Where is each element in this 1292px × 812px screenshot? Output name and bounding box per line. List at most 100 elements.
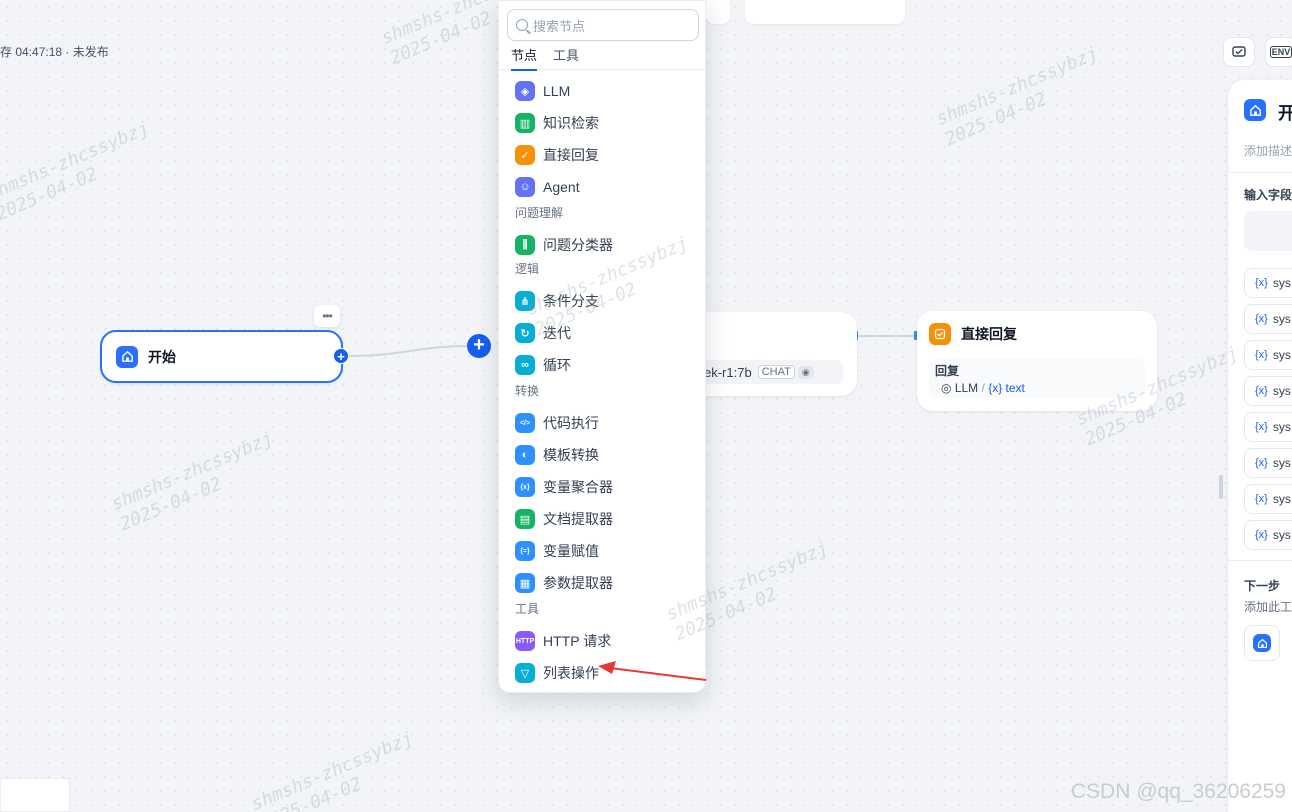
picker-item[interactable]: ⋔ 条件分支	[515, 290, 599, 312]
tab-tools[interactable]: 工具	[553, 45, 579, 64]
picker-group-title: 转换	[515, 384, 540, 398]
picker-item[interactable]: ✓ 直接回复	[515, 144, 599, 166]
vision-icon: ◉	[797, 365, 814, 379]
code-icon: </>	[515, 413, 535, 433]
picker-item-label: 列表操作	[543, 665, 599, 681]
picker-item[interactable]: {=} 变量赋值	[515, 540, 599, 562]
picker-item[interactable]: ☺ Agent	[515, 176, 580, 198]
system-variable-name: sys	[1272, 492, 1291, 506]
node-picker: 搜索节点 节点 工具 ◈ LLM ▥ 知识检索 ✓ 直接回复 ☺ Agent 问题理解 ⫼ 问题分类…	[498, 0, 706, 693]
start-node-title: 开始	[148, 348, 176, 365]
variable-icon: {x}	[1255, 277, 1268, 289]
home-icon	[1244, 99, 1266, 121]
system-variable-item[interactable]: {x} sys	[1244, 412, 1292, 442]
feedback-button[interactable]	[1223, 37, 1255, 67]
picker-item-label: 变量聚合器	[543, 479, 613, 495]
direct-reply-node[interactable]: 直接回复 回复 ◎ LLM / {x} text	[917, 311, 1157, 411]
search-input[interactable]: 搜索节点	[507, 9, 699, 41]
start-node[interactable]: 开始	[100, 330, 343, 383]
watermark: shmshs-zhcssybzj 2025-04-02	[933, 42, 1102, 151]
reply-node-title: 直接回复	[961, 326, 1017, 342]
reply-variable: ◎ LLM / {x} text	[941, 381, 1139, 395]
picker-item-label: 代码执行	[543, 415, 599, 431]
picker-item-label: 问题分类器	[543, 237, 613, 253]
system-variable-name: sys	[1272, 312, 1291, 326]
llm-icon: ◎	[941, 381, 952, 395]
variable-aggregator-icon: {x}	[515, 477, 535, 497]
picker-item-label: 循环	[543, 357, 571, 373]
top-tab[interactable]	[745, 0, 905, 24]
picker-group-title: 逻辑	[515, 262, 540, 276]
system-variable-item[interactable]: {x} sys	[1244, 268, 1292, 298]
panel-resize-handle[interactable]	[1219, 475, 1223, 499]
next-step-label: 下一步	[1244, 579, 1281, 593]
picker-item-label: 文档提取器	[543, 511, 613, 527]
picker-item[interactable]: HTTP HTTP 请求	[515, 630, 611, 652]
picker-item[interactable]: ▥ 知识检索	[515, 112, 599, 134]
classifier-icon: ⫼	[515, 235, 535, 255]
search-icon	[516, 19, 528, 31]
system-variable-item[interactable]: {x} sys	[1244, 376, 1292, 406]
add-node-button[interactable]: +	[467, 334, 491, 358]
picker-item[interactable]: ⫼ 问题分类器	[515, 234, 613, 256]
picker-item[interactable]: {x} 变量聚合器	[515, 476, 613, 498]
picker-item-label: 迭代	[543, 325, 571, 341]
next-node-chip[interactable]	[1244, 625, 1280, 661]
system-variable-item[interactable]: {x} sys	[1244, 448, 1292, 478]
system-variable-name: sys	[1272, 276, 1291, 290]
divider	[1228, 560, 1292, 561]
picker-item[interactable]: ▤ 文档提取器	[515, 508, 613, 530]
variable-icon: {x}	[1255, 493, 1268, 505]
picker-item-label: 变量赋值	[543, 543, 599, 559]
picker-item-label: Agent	[543, 179, 580, 195]
picker-item[interactable]: ↻ 迭代	[515, 322, 571, 344]
picker-item[interactable]: ▦ 参数提取器	[515, 572, 613, 594]
chat-check-icon	[1232, 46, 1246, 57]
minimap[interactable]	[0, 778, 70, 812]
right-panel: 开 添加描述 输入字段 {x} sys {x} sys {x} sys {x} sys {x} s…	[1228, 80, 1292, 812]
llm-node[interactable]: ek-r1:7b CHAT ◉	[690, 312, 857, 396]
picker-item[interactable]: ▽ 列表操作	[515, 662, 599, 684]
llm-model-selector[interactable]: ek-r1:7b CHAT ◉	[690, 360, 843, 384]
reply-node-header: 直接回复	[929, 323, 1145, 345]
parameter-icon: ▦	[515, 573, 535, 593]
env-button[interactable]: ENV	[1265, 37, 1292, 67]
top-tab[interactable]	[706, 0, 730, 24]
system-variable-item[interactable]: {x} sys	[1244, 484, 1292, 514]
system-variable-item[interactable]: {x} sys	[1244, 520, 1292, 550]
more-options-button[interactable]: •••	[314, 305, 340, 327]
picker-item-label: 直接回复	[543, 147, 599, 163]
panel-description[interactable]: 添加描述	[1244, 142, 1292, 159]
system-variable-name: sys	[1272, 456, 1291, 470]
watermark: shmshs-zhcssybzj 2025-04-02	[0, 117, 153, 226]
picker-group-title: 工具	[515, 602, 540, 616]
home-icon	[116, 345, 138, 368]
input-fields-label: 输入字段	[1244, 188, 1292, 202]
watermark: shmshs-zhcssybzj 2025-04-02	[108, 427, 277, 536]
picker-tabs: 节点 工具	[499, 45, 705, 71]
picker-item[interactable]: ◈ LLM	[515, 80, 570, 102]
picker-item[interactable]: </> 代码执行	[515, 412, 599, 434]
llm-icon: ◈	[515, 81, 535, 101]
reply-icon	[929, 323, 951, 345]
list-filter-icon: ▽	[515, 663, 535, 683]
picker-item[interactable]: ∞ 循环	[515, 354, 571, 376]
system-variable-item[interactable]: {x} sys	[1244, 304, 1292, 334]
system-variable-item[interactable]: {x} sys	[1244, 340, 1292, 370]
variable-icon: {x}	[1255, 385, 1268, 397]
system-variable-name: sys	[1272, 384, 1291, 398]
template-icon: ◐	[515, 445, 535, 465]
picker-item[interactable]: ◐ 模板转换	[515, 444, 599, 466]
env-label: ENV	[1269, 46, 1292, 58]
system-variable-name: sys	[1272, 348, 1291, 362]
input-field-empty	[1244, 211, 1292, 251]
csdn-watermark: CSDN @qq_36206259	[1070, 780, 1286, 803]
branch-icon: ⋔	[515, 291, 535, 311]
tab-nodes[interactable]: 节点	[511, 45, 538, 71]
variable-icon: {x}	[1255, 313, 1268, 325]
picker-item-label: 模板转换	[543, 447, 599, 463]
http-icon: HTTP	[515, 631, 535, 651]
node-output-add-handle[interactable]: +	[333, 348, 349, 364]
picker-item-label: HTTP 请求	[543, 633, 612, 649]
search-placeholder: 搜索节点	[533, 18, 586, 34]
